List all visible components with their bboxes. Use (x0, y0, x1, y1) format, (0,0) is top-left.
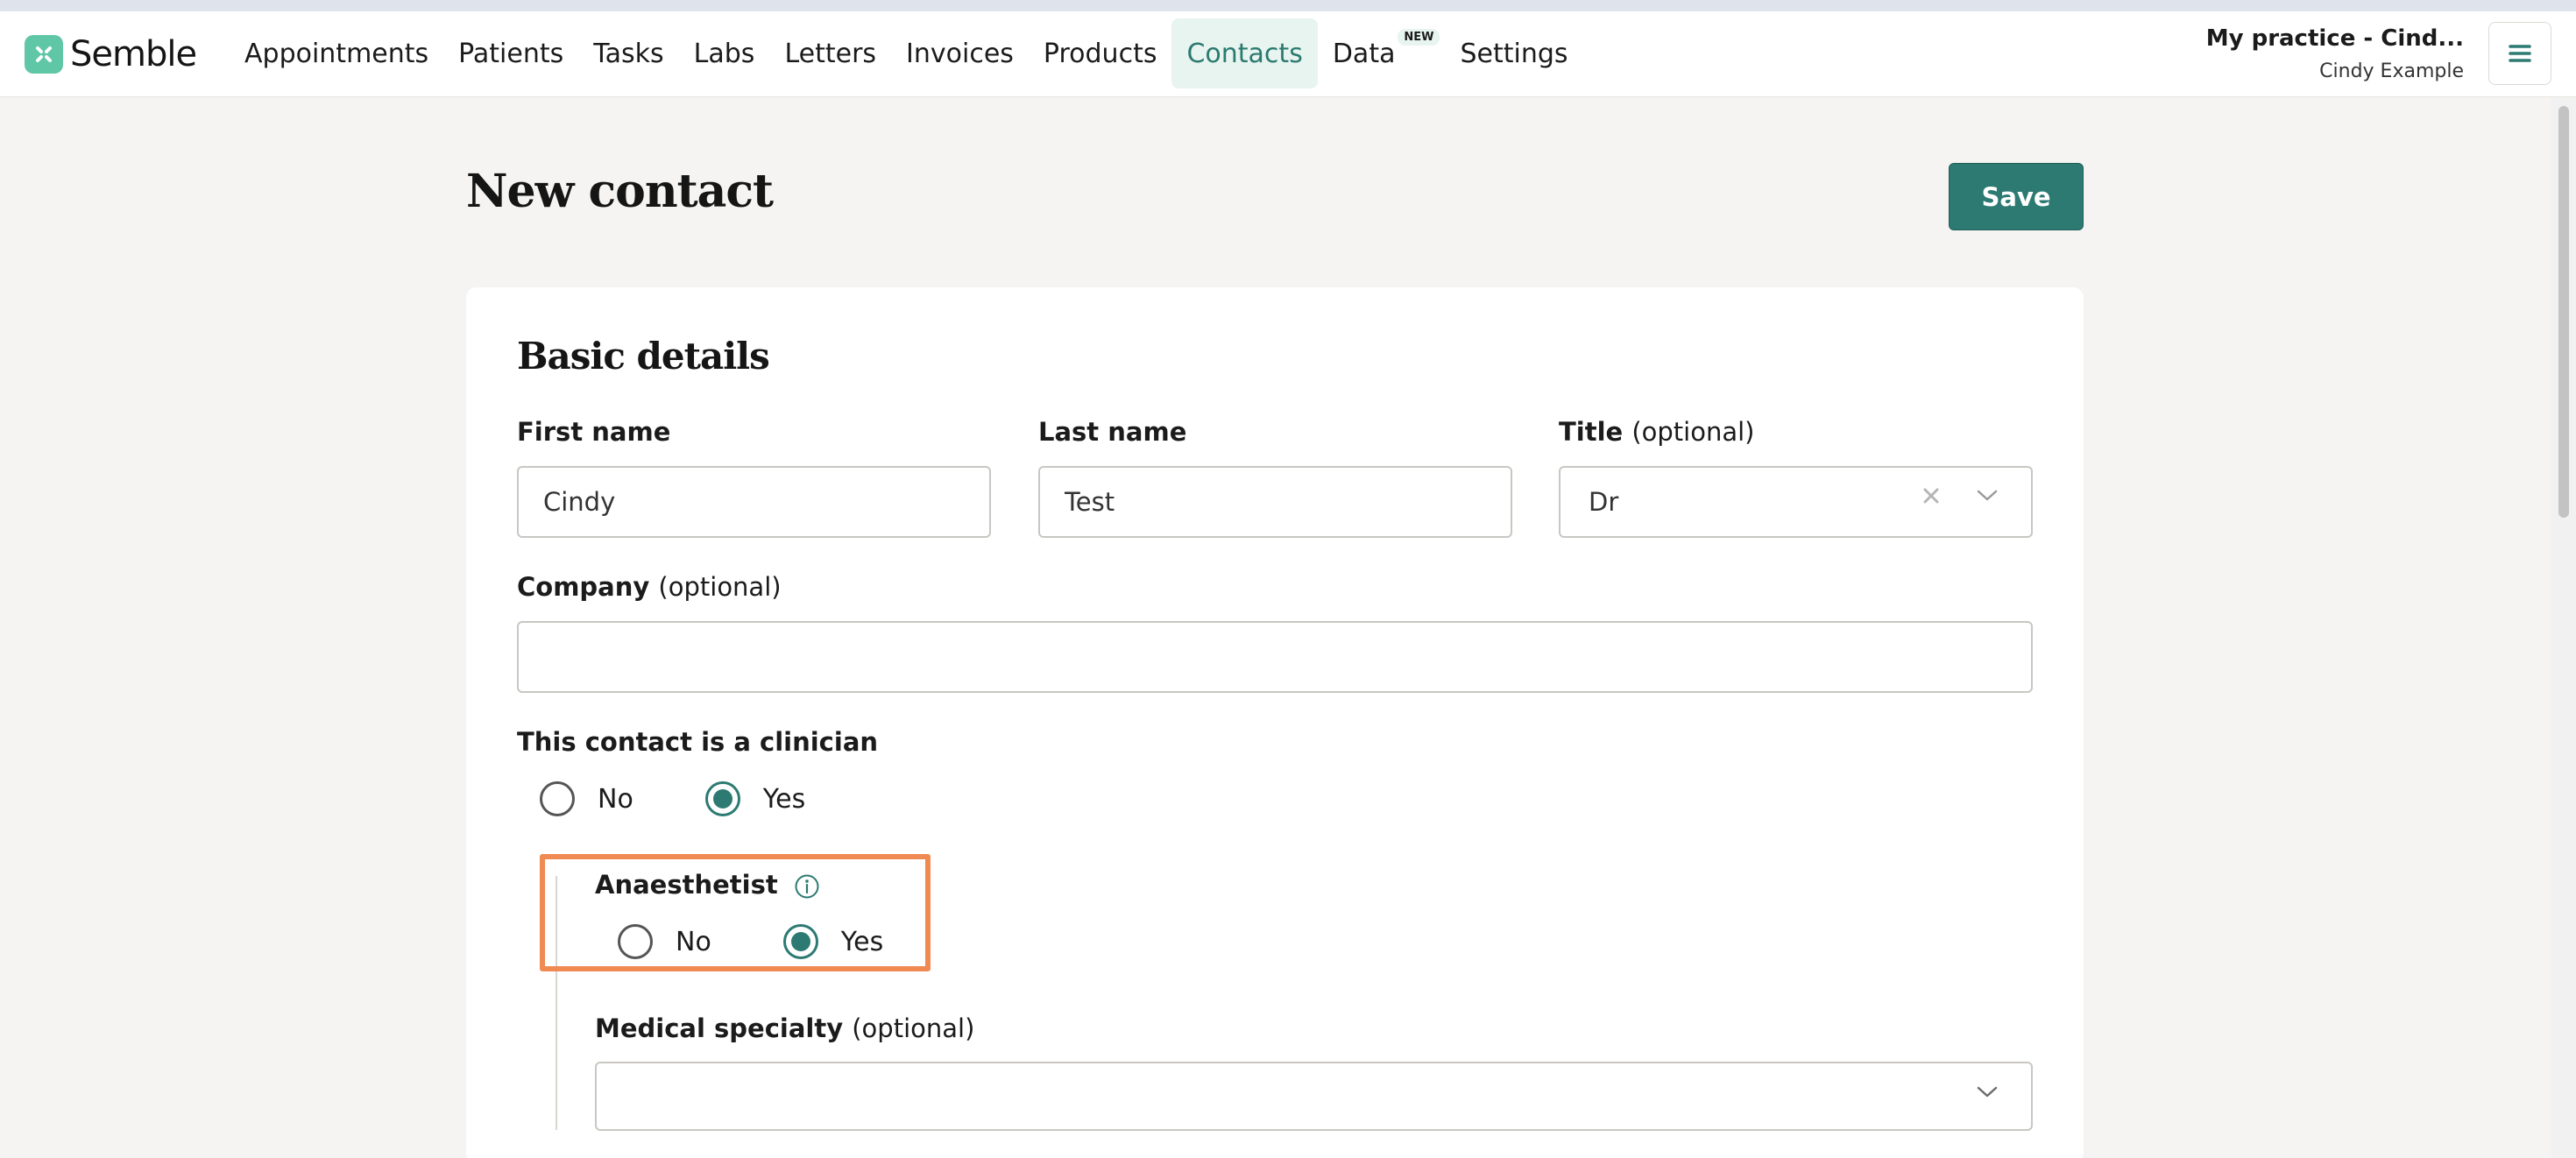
last-name-label-text: Last name (1038, 417, 1187, 447)
anaesthetist-yes-label: Yes (840, 926, 884, 957)
title-label: Title (optional) (1559, 417, 1754, 447)
chevron-down-icon[interactable] (1977, 490, 1998, 502)
medical-specialty-select[interactable] (595, 1062, 2033, 1131)
nav-tasks[interactable]: Tasks (578, 18, 678, 88)
medical-specialty-label: Medical specialty (optional) (595, 1013, 974, 1043)
menu-button[interactable] (2488, 22, 2551, 85)
first-name-label-text: First name (517, 417, 671, 447)
account-switcher[interactable]: My practice - Cind... Cindy Example (2206, 25, 2464, 82)
anaesthetist-yes-option[interactable]: Yes (782, 924, 884, 959)
anaesthetist-no-radio[interactable] (618, 924, 653, 959)
nav-patients[interactable]: Patients (443, 18, 578, 88)
page-title: New contact (466, 165, 774, 218)
company-input[interactable] (543, 642, 2031, 672)
company-label: Company (optional) (517, 572, 782, 602)
basic-details-heading: Basic details (517, 335, 770, 378)
clear-x-icon[interactable] (1922, 487, 1940, 505)
practice-name: My practice - Cind... (2205, 25, 2464, 52)
company-label-text: Company (517, 572, 650, 602)
hamburger-menu-icon (2509, 45, 2531, 62)
title-select-value: Dr (1589, 487, 1619, 517)
semble-logo-icon (25, 35, 63, 74)
company-optional-text: (optional) (658, 572, 782, 602)
first-name-field[interactable] (517, 466, 991, 538)
company-field[interactable] (517, 621, 2033, 693)
title-select-controls (1922, 487, 1998, 505)
chevron-down-icon[interactable] (1977, 1086, 1998, 1098)
last-name-label: Last name (1038, 417, 1186, 447)
medical-specialty-optional-text: (optional) (852, 1013, 975, 1043)
nav-products[interactable]: Products (1029, 18, 1172, 88)
clinician-yes-option[interactable]: Yes (704, 781, 806, 816)
nav-contacts[interactable]: Contacts (1171, 18, 1318, 88)
anaesthetist-label-text: Anaesthetist (595, 870, 778, 900)
last-name-field[interactable] (1038, 466, 1512, 538)
clinician-no-label: No (598, 783, 633, 815)
title-label-text: Title (1559, 417, 1624, 447)
clinician-radio-group: No Yes (540, 781, 877, 816)
nav-settings[interactable]: Settings (1445, 18, 1582, 88)
anaesthetist-no-label: No (676, 926, 711, 957)
scrollbar-thumb[interactable] (2558, 106, 2569, 518)
page-scrollbar[interactable] (2551, 97, 2576, 1158)
title-optional-text: (optional) (1631, 417, 1755, 447)
anaesthetist-label: Anaesthetist (595, 870, 820, 900)
top-navigation-bar: Semble Appointments Patients Tasks Labs … (0, 11, 2576, 97)
first-name-label: First name (517, 417, 670, 447)
anaesthetist-yes-radio[interactable] (782, 924, 818, 959)
nav-appointments[interactable]: Appointments (230, 18, 443, 88)
title-select[interactable]: Dr (1559, 466, 2033, 538)
semble-logo[interactable]: Semble (25, 34, 197, 74)
anaesthetist-no-option[interactable]: No (618, 924, 711, 959)
clinician-yes-radio[interactable] (704, 781, 740, 816)
nav-data-label: Data (1332, 38, 1396, 69)
brand-name: Semble (70, 34, 197, 74)
nav-letters[interactable]: Letters (769, 18, 891, 88)
medical-specialty-controls (1977, 1086, 1998, 1098)
last-name-input[interactable] (1065, 487, 1511, 517)
nav-data[interactable]: Data NEW (1318, 18, 1440, 88)
nav-invoices[interactable]: Invoices (891, 18, 1029, 88)
clinician-no-radio[interactable] (540, 781, 575, 816)
clinician-label: This contact is a clinician (517, 727, 879, 757)
clinician-yes-label: Yes (762, 783, 806, 815)
new-badge: NEW (1398, 29, 1440, 46)
first-name-input[interactable] (543, 487, 989, 517)
user-name: Cindy Example (2319, 60, 2464, 82)
medical-specialty-label-text: Medical specialty (595, 1013, 844, 1043)
main-nav: Appointments Patients Tasks Labs Letters… (230, 18, 1583, 88)
clinician-no-option[interactable]: No (540, 781, 633, 816)
browser-top-strip (0, 0, 2576, 11)
save-button[interactable]: Save (1949, 163, 2084, 230)
info-icon[interactable] (794, 873, 820, 900)
nav-labs[interactable]: Labs (679, 18, 770, 88)
anaesthetist-radio-group: No Yes (618, 924, 955, 959)
